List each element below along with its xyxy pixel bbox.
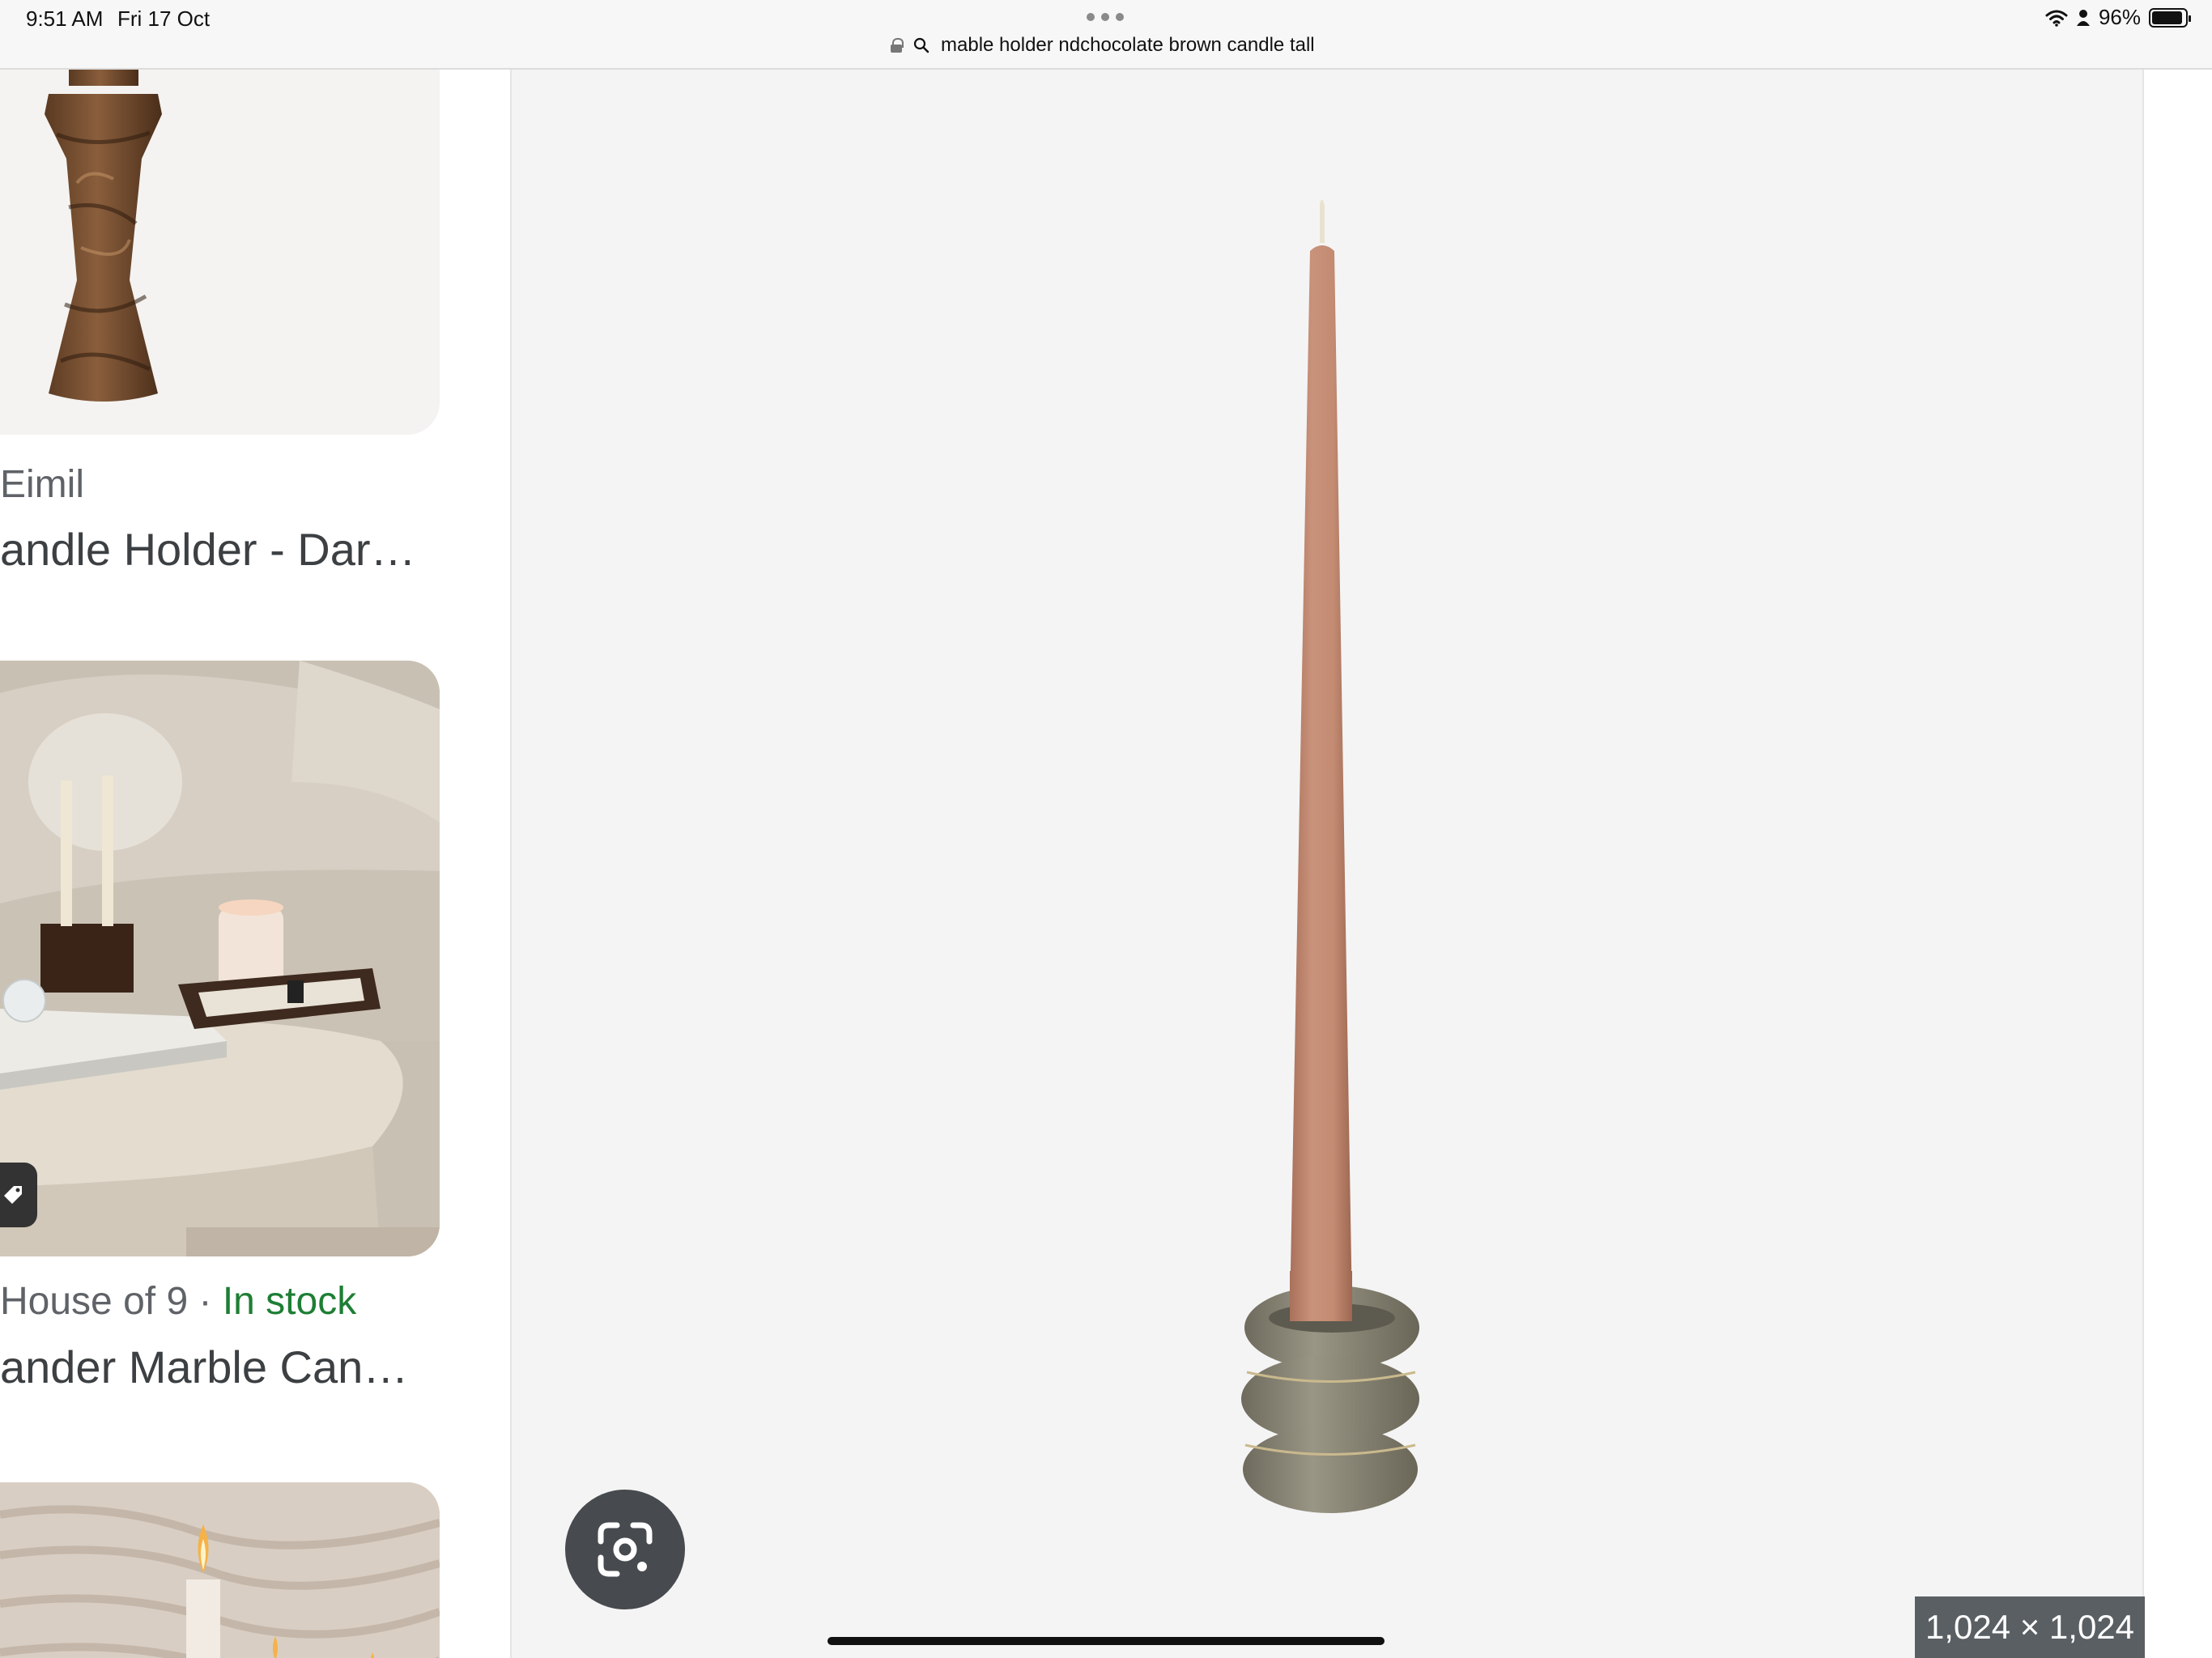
result-source-2: House of 9 · In stock [0, 1279, 356, 1324]
result-title-2[interactable]: ander Marble Can… [0, 1341, 408, 1393]
results-column: Eimil andle Holder - Dar… House of 9 · I… [0, 70, 510, 1658]
status-indicators: 96% [2045, 5, 2191, 30]
in-stock-label: In stock [222, 1280, 357, 1323]
home-indicator[interactable] [827, 1637, 1385, 1645]
living-room-image [0, 661, 440, 1256]
multitasking-dots[interactable] [1087, 13, 1124, 21]
result-image-2[interactable] [0, 661, 440, 1256]
status-time: 9:51 AM [26, 6, 104, 31]
battery-percent: 96% [2098, 5, 2141, 29]
google-lens-button[interactable] [565, 1490, 685, 1609]
viewer-right-gutter [2144, 70, 2212, 1658]
marble-holder-image [45, 70, 162, 402]
taper-candle-image [1241, 199, 1419, 1513]
result-source-text: Eimil [0, 463, 84, 506]
google-lens-icon [598, 1522, 653, 1577]
search-icon [913, 37, 929, 53]
result-source-1: Eimil [0, 462, 84, 507]
wifi-icon [2045, 10, 2068, 27]
person-icon [2076, 9, 2090, 26]
address-bar[interactable]: mable holder ndchocolate brown candle ta… [891, 34, 1315, 57]
lock-icon [891, 38, 904, 53]
url-query-text: mable holder ndchocolate brown candle ta… [941, 34, 1315, 56]
battery-icon [2149, 7, 2191, 28]
tag-icon[interactable] [0, 1163, 37, 1227]
result-image-3[interactable] [0, 1482, 440, 1658]
status-date: Fri 17 Oct [117, 6, 211, 31]
image-dimensions-badge: 1,024 × 1,024 [1915, 1596, 2145, 1658]
lit-candles-image [0, 1482, 440, 1658]
result-image-1[interactable] [0, 70, 440, 435]
result-source-text: House of 9 · [0, 1280, 223, 1323]
status-bar: 9:51 AM Fri 17 Oct mable holder ndchocol… [0, 0, 2212, 70]
result-title-1[interactable]: andle Holder - Dar… [0, 523, 416, 576]
